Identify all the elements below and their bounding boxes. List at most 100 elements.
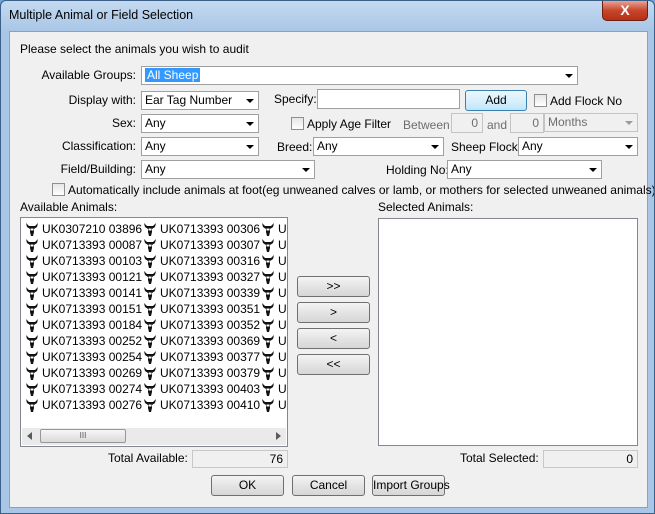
age-to-input[interactable]: 0	[510, 113, 544, 133]
animal-tag: UK0713393 00316	[160, 254, 261, 268]
field-building-label: Field/Building:	[60, 162, 136, 176]
sheep-icon	[142, 301, 158, 317]
sheep-icon	[142, 397, 158, 413]
chevron-down-icon	[246, 145, 254, 149]
chevron-down-icon	[246, 99, 254, 103]
animal-tag: UK0713393 00254	[42, 350, 143, 364]
animal-tag: UK0713393 00307	[160, 238, 261, 252]
instruction-text: Please select the animals you wish to au…	[20, 42, 249, 56]
add-all-button[interactable]: >>	[297, 276, 370, 297]
specify-label: Specify:	[274, 92, 317, 106]
animal-tag: UK0713393 00087	[42, 238, 143, 252]
and-label: and	[487, 118, 508, 132]
sheep-icon	[142, 317, 158, 333]
add-button[interactable]: Add	[465, 90, 527, 111]
scroll-left-icon[interactable]	[27, 432, 32, 440]
chevron-down-icon	[625, 121, 633, 125]
holding-no-label: Holding No:	[386, 163, 449, 177]
groups-value: All Sheep	[145, 68, 201, 82]
sheep-icon	[260, 253, 276, 269]
remove-selected-button[interactable]: <	[297, 328, 370, 349]
classification-dropdown[interactable]: Any	[141, 137, 259, 156]
cancel-button[interactable]: Cancel	[292, 475, 365, 496]
sheep-icon	[24, 269, 40, 285]
sheep-flock-label: Sheep Flock:	[451, 140, 522, 154]
auto-include-checkbox[interactable]	[52, 183, 65, 196]
sheep-flock-dropdown[interactable]: Any	[518, 137, 638, 156]
selected-animals-list[interactable]	[378, 218, 638, 446]
scroll-thumb[interactable]: III	[40, 429, 126, 443]
available-list-scrollbar[interactable]: III	[22, 428, 286, 445]
animal-tag: UK0713393 00410	[160, 398, 261, 412]
chevron-down-icon	[625, 145, 633, 149]
animal-tag: UK0713393 00377	[160, 350, 261, 364]
specify-input[interactable]	[317, 89, 460, 109]
field-building-dropdown[interactable]: Any	[141, 160, 315, 179]
sheep-icon	[24, 237, 40, 253]
animal-tag: U	[278, 318, 287, 332]
groups-dropdown[interactable]: All Sheep	[141, 66, 578, 85]
chevron-down-icon	[431, 145, 439, 149]
sheep-icon	[142, 269, 158, 285]
age-from-input[interactable]: 0	[451, 113, 483, 133]
holding-no-dropdown[interactable]: Any	[447, 160, 602, 179]
animal-tag: U	[278, 286, 287, 300]
animal-tag: UK0713393 00327	[160, 270, 261, 284]
display-with-dropdown[interactable]: Ear Tag Number	[141, 91, 259, 110]
auto-include-label: Automatically include animals at foot(eg…	[68, 183, 655, 197]
animal-tag: UK0307210 03896	[42, 222, 143, 236]
title-bar[interactable]: Multiple Animal or Field Selection X	[1, 1, 654, 31]
animal-tag: UK0713393 00274	[42, 382, 143, 396]
sheep-icon	[260, 381, 276, 397]
import-groups-button[interactable]: Import Groups	[372, 475, 450, 496]
holding-no-value: Any	[451, 162, 472, 176]
sheep-icon	[260, 269, 276, 285]
breed-dropdown[interactable]: Any	[313, 137, 444, 156]
chevron-down-icon	[589, 168, 597, 172]
sheep-icon	[142, 221, 158, 237]
sheep-icon	[24, 301, 40, 317]
ok-button[interactable]: OK	[211, 475, 284, 496]
sheep-flock-value: Any	[522, 139, 543, 153]
window-title: Multiple Animal or Field Selection	[9, 8, 194, 22]
sheep-icon	[142, 237, 158, 253]
animal-tag: UK0713393 00269	[42, 366, 143, 380]
total-available-label: Total Available:	[108, 451, 188, 465]
sheep-icon	[24, 253, 40, 269]
display-with-label: Display with:	[68, 93, 136, 107]
animal-tag: UK0713393 00369	[160, 334, 261, 348]
age-unit-dropdown[interactable]: Months	[544, 113, 638, 132]
sheep-icon	[24, 317, 40, 333]
groups-label: Available Groups:	[41, 68, 137, 82]
add-selected-button[interactable]: >	[297, 302, 370, 323]
available-animals-list[interactable]: U U U U U U U U U U U U UK0713393 00410 UK0713393 004…	[20, 217, 288, 447]
scroll-right-icon[interactable]	[276, 432, 281, 440]
sheep-icon	[24, 381, 40, 397]
add-flock-no-label: Add Flock No	[550, 94, 623, 108]
sheep-icon	[260, 317, 276, 333]
animal-tag: UK0713393 00351	[160, 302, 261, 316]
sheep-icon	[260, 397, 276, 413]
classification-value: Any	[145, 139, 166, 153]
selected-animals-label: Selected Animals:	[378, 200, 474, 214]
remove-all-button[interactable]: <<	[297, 354, 370, 375]
animal-tag: UK0713393 00339	[160, 286, 261, 300]
sheep-icon	[142, 285, 158, 301]
sheep-icon	[142, 381, 158, 397]
close-button[interactable]: X	[602, 1, 648, 21]
age-filter-checkbox[interactable]	[291, 117, 304, 130]
animal-tag: UK0713393 00151	[42, 302, 143, 316]
sheep-icon	[260, 349, 276, 365]
chevron-down-icon	[246, 122, 254, 126]
sheep-icon	[260, 221, 276, 237]
total-selected-value: 0	[543, 450, 638, 468]
sheep-icon	[260, 301, 276, 317]
sheep-icon	[142, 253, 158, 269]
animal-tag: UK0713393 00184	[42, 318, 143, 332]
sex-dropdown[interactable]: Any	[141, 114, 259, 133]
breed-value: Any	[317, 139, 338, 153]
add-flock-no-checkbox[interactable]	[534, 94, 547, 107]
animal-tag: U	[278, 366, 287, 380]
animal-tag: U	[278, 398, 287, 412]
sheep-icon	[260, 365, 276, 381]
